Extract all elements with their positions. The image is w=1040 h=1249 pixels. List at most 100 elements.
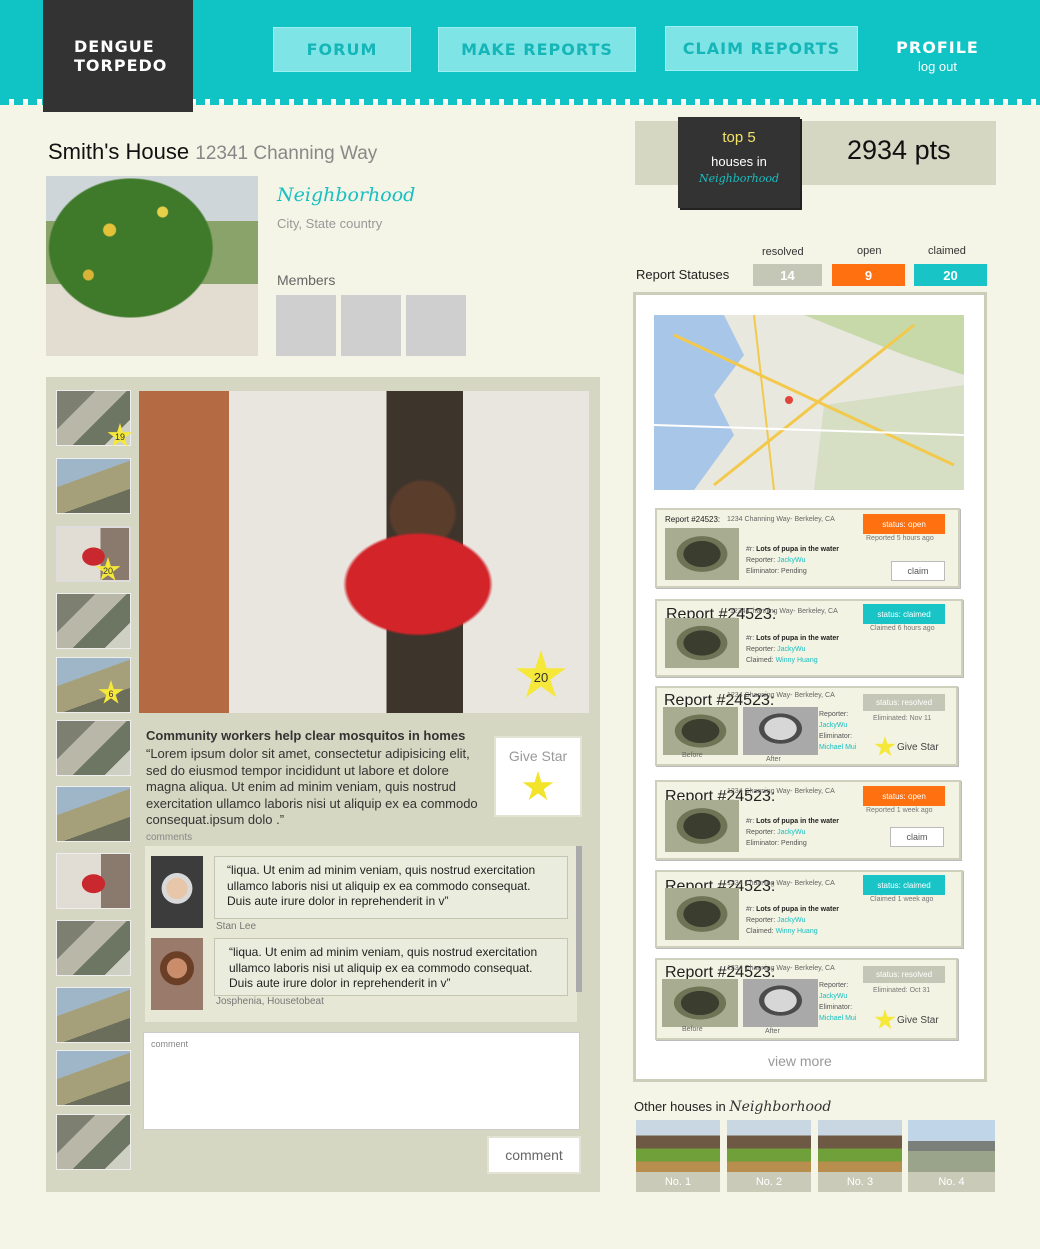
feed-thumbnail[interactable]: [56, 853, 131, 909]
other-house-photo[interactable]: [908, 1120, 995, 1172]
comment-text: “liqua. Ut enim ad minim veniam, quis no…: [229, 945, 538, 990]
report-address: 1234 Channing Way- Berkeley, CA: [727, 692, 835, 699]
other-house-photo[interactable]: [818, 1120, 902, 1172]
give-star-link[interactable]: Give Star: [897, 742, 939, 753]
claimer-name[interactable]: Winny Huang: [776, 928, 818, 935]
before-photo[interactable]: [663, 707, 738, 755]
reporter-label: Reporter:: [746, 557, 776, 564]
report-time: Reported 5 hours ago: [866, 535, 934, 542]
feed-thumbnail[interactable]: [56, 458, 131, 514]
resolved-count-badge[interactable]: 14: [753, 264, 822, 286]
reports-map[interactable]: [654, 315, 964, 490]
report-title-prefix: #r:: [746, 906, 755, 913]
report-photo[interactable]: [665, 888, 739, 940]
eliminator-name[interactable]: Michael Mui: [819, 1013, 856, 1024]
give-star-button[interactable]: Give Star: [494, 736, 582, 817]
nav-claim-reports-button[interactable]: CLAIM REPORTS: [665, 26, 858, 71]
rank-badge: top 5 houses in Neighborhood: [678, 117, 800, 208]
after-photo[interactable]: [743, 979, 818, 1027]
claimed-label: Claimed:: [746, 928, 774, 935]
nav-forum-button[interactable]: FORUM: [273, 27, 411, 72]
other-house-photo[interactable]: [636, 1120, 720, 1172]
feed-thumbnail[interactable]: [56, 593, 131, 649]
profile-link[interactable]: PROFILE: [890, 38, 985, 57]
eliminator-label: Eliminator:: [819, 733, 853, 740]
after-label: After: [766, 756, 781, 763]
reporter-name[interactable]: JackyWu: [777, 917, 805, 924]
claimed-count-badge[interactable]: 20: [914, 264, 987, 286]
report-status-badge: status: claimed: [863, 875, 945, 895]
other-house-label[interactable]: No. 4: [908, 1172, 995, 1192]
feed-thumbnail[interactable]: [56, 1114, 131, 1170]
claimer-name[interactable]: Winny Huang: [776, 657, 818, 664]
reporter-label: Reporter:: [746, 646, 776, 653]
thumb-star-count: 20: [102, 566, 113, 576]
report-photo[interactable]: [665, 800, 739, 852]
claim-button[interactable]: claim: [891, 561, 945, 581]
feed-thumbnail[interactable]: [56, 987, 131, 1043]
other-houses-label: Other houses in: [634, 1099, 726, 1114]
view-more-link[interactable]: view more: [768, 1053, 832, 1069]
report-id: Report #24523:: [665, 515, 721, 524]
house-title: Smith's House 12341 Channing Way: [48, 139, 377, 165]
reporter-label: Reporter:: [819, 982, 849, 989]
report-status-badge: status: claimed: [863, 604, 945, 624]
report-status-badge: status: resolved: [863, 694, 945, 711]
report-status-badge: status: open: [863, 786, 945, 806]
reporter-name[interactable]: JackyWu: [819, 720, 856, 731]
feed-thumbnail[interactable]: [56, 920, 131, 976]
before-label: Before: [682, 1026, 703, 1033]
other-houses-neighborhood[interactable]: Neighborhood: [729, 1099, 831, 1115]
post-title: Community workers help clear mosquitos i…: [146, 728, 466, 743]
commenter-avatar[interactable]: [151, 856, 203, 928]
members-label: Members: [277, 272, 336, 288]
report-details: #r: Lots of pupa in the water Reporter: …: [746, 904, 839, 937]
report-photo[interactable]: [665, 618, 739, 668]
reporter-name[interactable]: JackyWu: [777, 829, 805, 836]
give-star-link[interactable]: Give Star: [897, 1015, 939, 1026]
open-count-badge[interactable]: 9: [832, 264, 905, 286]
eliminator-name[interactable]: Michael Mui: [819, 742, 856, 753]
report-details: Reporter: JackyWu Eliminator: Michael Mu…: [819, 709, 856, 753]
logo[interactable]: DENGUE TORPEDO: [43, 0, 193, 112]
member-avatar[interactable]: [406, 295, 466, 356]
member-avatar[interactable]: [341, 295, 401, 356]
reporter-name[interactable]: JackyWu: [777, 646, 805, 653]
after-photo[interactable]: [743, 707, 818, 755]
rank-houses-in: houses in: [711, 154, 767, 169]
report-photo[interactable]: [665, 528, 739, 580]
reporter-label: Reporter:: [746, 829, 776, 836]
commenter-avatar[interactable]: [151, 938, 203, 1010]
other-house-label[interactable]: No. 3: [818, 1172, 902, 1192]
report-time: Eliminated: Oct 31: [873, 987, 931, 994]
other-houses-heading: Other houses in Neighborhood: [634, 1099, 831, 1115]
comment-author[interactable]: Josphenia, Housetobeat: [216, 996, 324, 1007]
reporter-name[interactable]: JackyWu: [777, 557, 805, 564]
house-photo: [46, 176, 258, 356]
claimed-label: claimed: [928, 245, 966, 257]
give-star-label: Give Star: [508, 748, 568, 764]
reporter-label: Reporter:: [819, 711, 849, 718]
feed-thumbnail[interactable]: [56, 1050, 131, 1106]
feed-thumbnail[interactable]: [56, 720, 131, 776]
other-house-photo[interactable]: [727, 1120, 811, 1172]
post-body: “Lorem ipsum dolor sit amet, consectetur…: [146, 746, 478, 827]
other-house-label[interactable]: No. 1: [636, 1172, 720, 1192]
before-photo[interactable]: [662, 979, 738, 1027]
map-graphic: [654, 315, 964, 490]
nav-make-reports-button[interactable]: MAKE REPORTS: [438, 27, 636, 72]
neighborhood-link[interactable]: Neighborhood: [277, 184, 415, 206]
other-house-label[interactable]: No. 2: [727, 1172, 811, 1192]
reporter-name[interactable]: JackyWu: [819, 991, 856, 1002]
comment-input[interactable]: comment: [143, 1032, 580, 1130]
report-details: #r: Lots of pupa in the water Reporter: …: [746, 816, 839, 849]
report-details: #r: Lots of pupa in the water Reporter: …: [746, 544, 839, 577]
comment-author[interactable]: Stan Lee: [216, 921, 256, 932]
member-avatar[interactable]: [276, 295, 336, 356]
comment-submit-button[interactable]: comment: [487, 1136, 581, 1174]
comments-scrollbar[interactable]: [576, 846, 582, 992]
claim-button[interactable]: claim: [890, 827, 944, 847]
logout-link[interactable]: log out: [890, 59, 985, 74]
eliminator-name: Pending: [781, 840, 807, 847]
feed-thumbnail[interactable]: [56, 786, 131, 842]
